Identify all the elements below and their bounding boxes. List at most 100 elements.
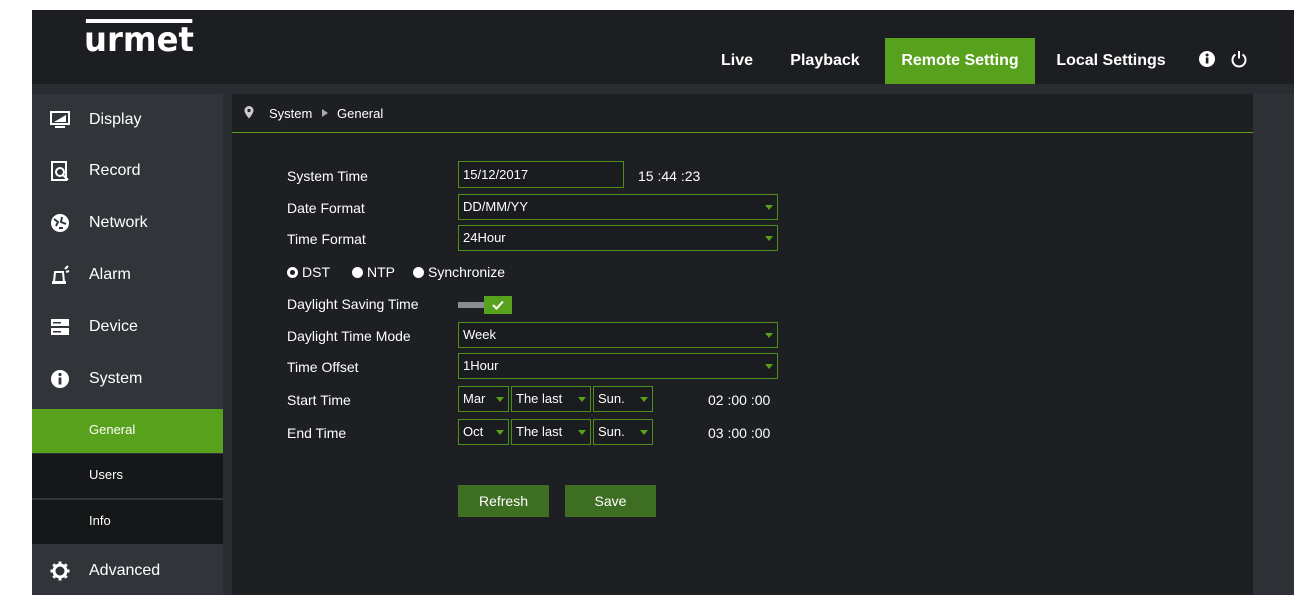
- system-time-label: System Time: [287, 168, 368, 184]
- start-day-value: Sun.: [598, 391, 625, 406]
- sidebar-subitem-label: Info: [89, 513, 111, 528]
- sidebar-subitem-label: Users: [89, 467, 123, 482]
- sidebar: Display Record Network Alarm Device Syst…: [32, 94, 223, 595]
- checkmark-icon: [492, 300, 504, 310]
- sidebar-item-network[interactable]: Network: [32, 197, 223, 249]
- sidebar-item-device[interactable]: Device: [32, 301, 223, 353]
- chevron-down-icon: [765, 364, 773, 369]
- time-offset-label: Time Offset: [287, 359, 359, 375]
- nav-live[interactable]: Live: [712, 38, 762, 84]
- sidebar-item-label: System: [89, 370, 143, 387]
- toggle-knob: [484, 296, 512, 314]
- start-month-select[interactable]: Mar: [458, 386, 509, 412]
- end-month-select[interactable]: Oct: [458, 419, 509, 445]
- sidebar-subitem-general[interactable]: General: [32, 409, 223, 453]
- dst-mode-label: Daylight Time Mode: [287, 328, 411, 344]
- system-time-value[interactable]: 15 :44 :23: [638, 168, 700, 184]
- right-gutter: [1253, 94, 1294, 595]
- time-format-select[interactable]: 24Hour: [458, 225, 778, 251]
- sidebar-item-record[interactable]: Record: [32, 145, 223, 197]
- chevron-down-icon: [765, 236, 773, 241]
- start-day-select[interactable]: Sun.: [593, 386, 653, 412]
- refresh-button[interactable]: Refresh: [458, 485, 549, 517]
- sidebar-subitem-info[interactable]: Info: [32, 500, 223, 544]
- radio-unselected-icon: [413, 267, 424, 278]
- chevron-down-icon: [578, 430, 586, 435]
- start-week-select[interactable]: The last: [511, 386, 591, 412]
- sidebar-item-label: Record: [89, 162, 141, 179]
- settings-panel: System General System Time 15/12/2017 15…: [232, 94, 1253, 595]
- end-time-value[interactable]: 03 :00 :00: [708, 425, 770, 441]
- date-format-label: Date Format: [287, 200, 365, 216]
- breadcrumb-root[interactable]: System: [269, 106, 312, 121]
- end-day-select[interactable]: Sun.: [593, 419, 653, 445]
- radio-synchronize[interactable]: Synchronize: [413, 264, 505, 280]
- urmet-logo: urmet: [84, 19, 194, 60]
- sidebar-item-label: Network: [89, 214, 148, 231]
- dst-mode-value: Week: [463, 327, 496, 342]
- location-pin-icon: [244, 106, 254, 119]
- time-format-label: Time Format: [287, 231, 366, 247]
- nav-local-settings[interactable]: Local Settings: [1047, 38, 1175, 84]
- gear-icon: [50, 561, 70, 581]
- end-week-value: The last: [516, 424, 563, 439]
- radio-unselected-icon: [352, 267, 363, 278]
- breadcrumb-current: General: [337, 106, 384, 121]
- end-time-label: End Time: [287, 425, 347, 441]
- nav-remote-setting[interactable]: Remote Setting: [885, 38, 1035, 84]
- dst-mode-select[interactable]: Week: [458, 322, 778, 348]
- time-offset-select[interactable]: 1Hour: [458, 353, 778, 379]
- start-time-label: Start Time: [287, 392, 351, 408]
- info-icon[interactable]: [1198, 50, 1216, 68]
- end-month-value: Oct: [463, 424, 484, 439]
- sidebar-subitem-label: General: [89, 422, 136, 437]
- system-date-input[interactable]: 15/12/2017: [458, 161, 624, 188]
- date-format-value: DD/MM/YY: [463, 199, 528, 214]
- time-format-value: 24Hour: [463, 230, 506, 245]
- breadcrumb: System General: [232, 94, 1253, 133]
- start-week-value: The last: [516, 391, 563, 406]
- dst-toggle[interactable]: [458, 296, 513, 314]
- start-time-value[interactable]: 02 :00 :00: [708, 392, 770, 408]
- end-day-value: Sun.: [598, 424, 625, 439]
- chevron-right-icon: [322, 109, 328, 117]
- save-button[interactable]: Save: [565, 485, 656, 517]
- top-bar: urmet Live Playback Remote Setting Local…: [32, 10, 1294, 84]
- sidebar-item-system[interactable]: System: [32, 353, 223, 405]
- sidebar-item-advanced[interactable]: Advanced: [32, 545, 223, 595]
- chevron-down-icon: [496, 430, 504, 435]
- radio-label: Synchronize: [428, 264, 506, 280]
- device-icon: [51, 319, 69, 335]
- network-icon: [51, 214, 69, 232]
- sidebar-item-alarm[interactable]: Alarm: [32, 249, 223, 301]
- alarm-icon: [52, 265, 70, 284]
- chevron-down-icon: [640, 430, 648, 435]
- radio-selected-icon: [287, 267, 298, 278]
- end-week-select[interactable]: The last: [511, 419, 591, 445]
- radio-ntp[interactable]: NTP: [352, 264, 395, 280]
- sidebar-item-display[interactable]: Display: [32, 94, 223, 146]
- dst-label: Daylight Saving Time: [287, 296, 419, 312]
- sidebar-item-label: Device: [89, 318, 138, 335]
- sidebar-subitem-users[interactable]: Users: [32, 454, 223, 498]
- chevron-down-icon: [765, 333, 773, 338]
- power-icon[interactable]: [1230, 50, 1248, 68]
- radio-dst[interactable]: DST: [287, 264, 330, 280]
- chevron-down-icon: [640, 397, 648, 402]
- monitor-icon: [50, 111, 70, 128]
- time-offset-value: 1Hour: [463, 358, 499, 373]
- radio-label: DST: [302, 264, 330, 280]
- sidebar-item-label: Display: [89, 111, 142, 128]
- sidebar-item-label: Advanced: [89, 562, 161, 579]
- chevron-down-icon: [496, 397, 504, 402]
- start-month-value: Mar: [463, 391, 486, 406]
- info-circle-icon: [51, 370, 69, 388]
- record-icon: [51, 161, 69, 181]
- chevron-down-icon: [578, 397, 586, 402]
- dvr-web-client: urmet Live Playback Remote Setting Local…: [32, 10, 1294, 595]
- radio-label: NTP: [367, 264, 395, 280]
- nav-playback[interactable]: Playback: [780, 38, 870, 84]
- date-format-select[interactable]: DD/MM/YY: [458, 194, 778, 220]
- chevron-down-icon: [765, 205, 773, 210]
- sidebar-item-label: Alarm: [89, 266, 131, 283]
